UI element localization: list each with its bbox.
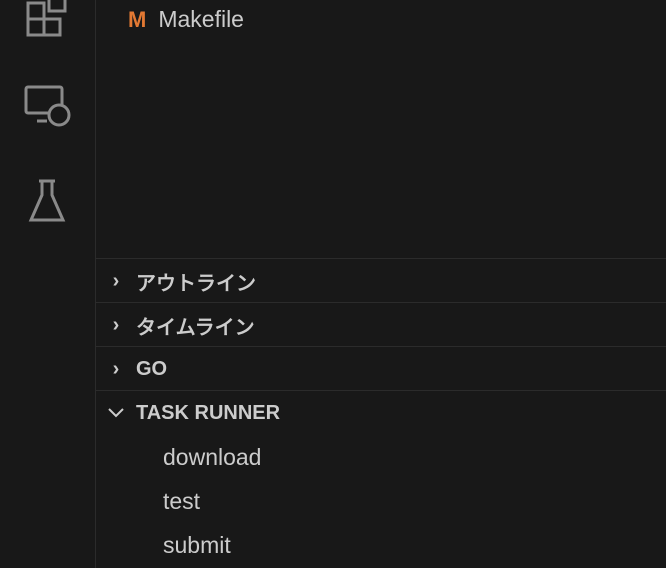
section-task-runner[interactable]: TASK RUNNER bbox=[96, 390, 666, 435]
testing-icon[interactable] bbox=[22, 176, 72, 226]
section-label: アウトライン bbox=[136, 272, 256, 295]
section-timeline[interactable]: › タイムライン bbox=[96, 302, 666, 347]
section-go[interactable]: › GO bbox=[96, 346, 666, 391]
activity-bar bbox=[0, 0, 96, 568]
section-outline[interactable]: › アウトライン bbox=[96, 258, 666, 303]
chevron-right-icon: › bbox=[112, 357, 120, 380]
task-item[interactable]: test bbox=[163, 488, 200, 515]
chevron-right-icon: › bbox=[112, 269, 120, 292]
file-name: Makefile bbox=[158, 6, 244, 32]
section-label: タイムライン bbox=[136, 316, 255, 339]
chevron-right-icon: › bbox=[112, 313, 120, 336]
task-item[interactable]: submit bbox=[163, 532, 231, 559]
section-label: GO bbox=[136, 357, 168, 380]
makefile-icon: M bbox=[128, 6, 147, 32]
remote-explorer-icon[interactable] bbox=[22, 80, 72, 130]
extensions-icon[interactable] bbox=[22, 0, 72, 40]
task-item[interactable]: download bbox=[163, 444, 261, 471]
file-makefile[interactable]: M Makefile bbox=[128, 6, 244, 33]
chevron-down-icon bbox=[96, 407, 136, 419]
section-label: TASK RUNNER bbox=[136, 401, 281, 424]
